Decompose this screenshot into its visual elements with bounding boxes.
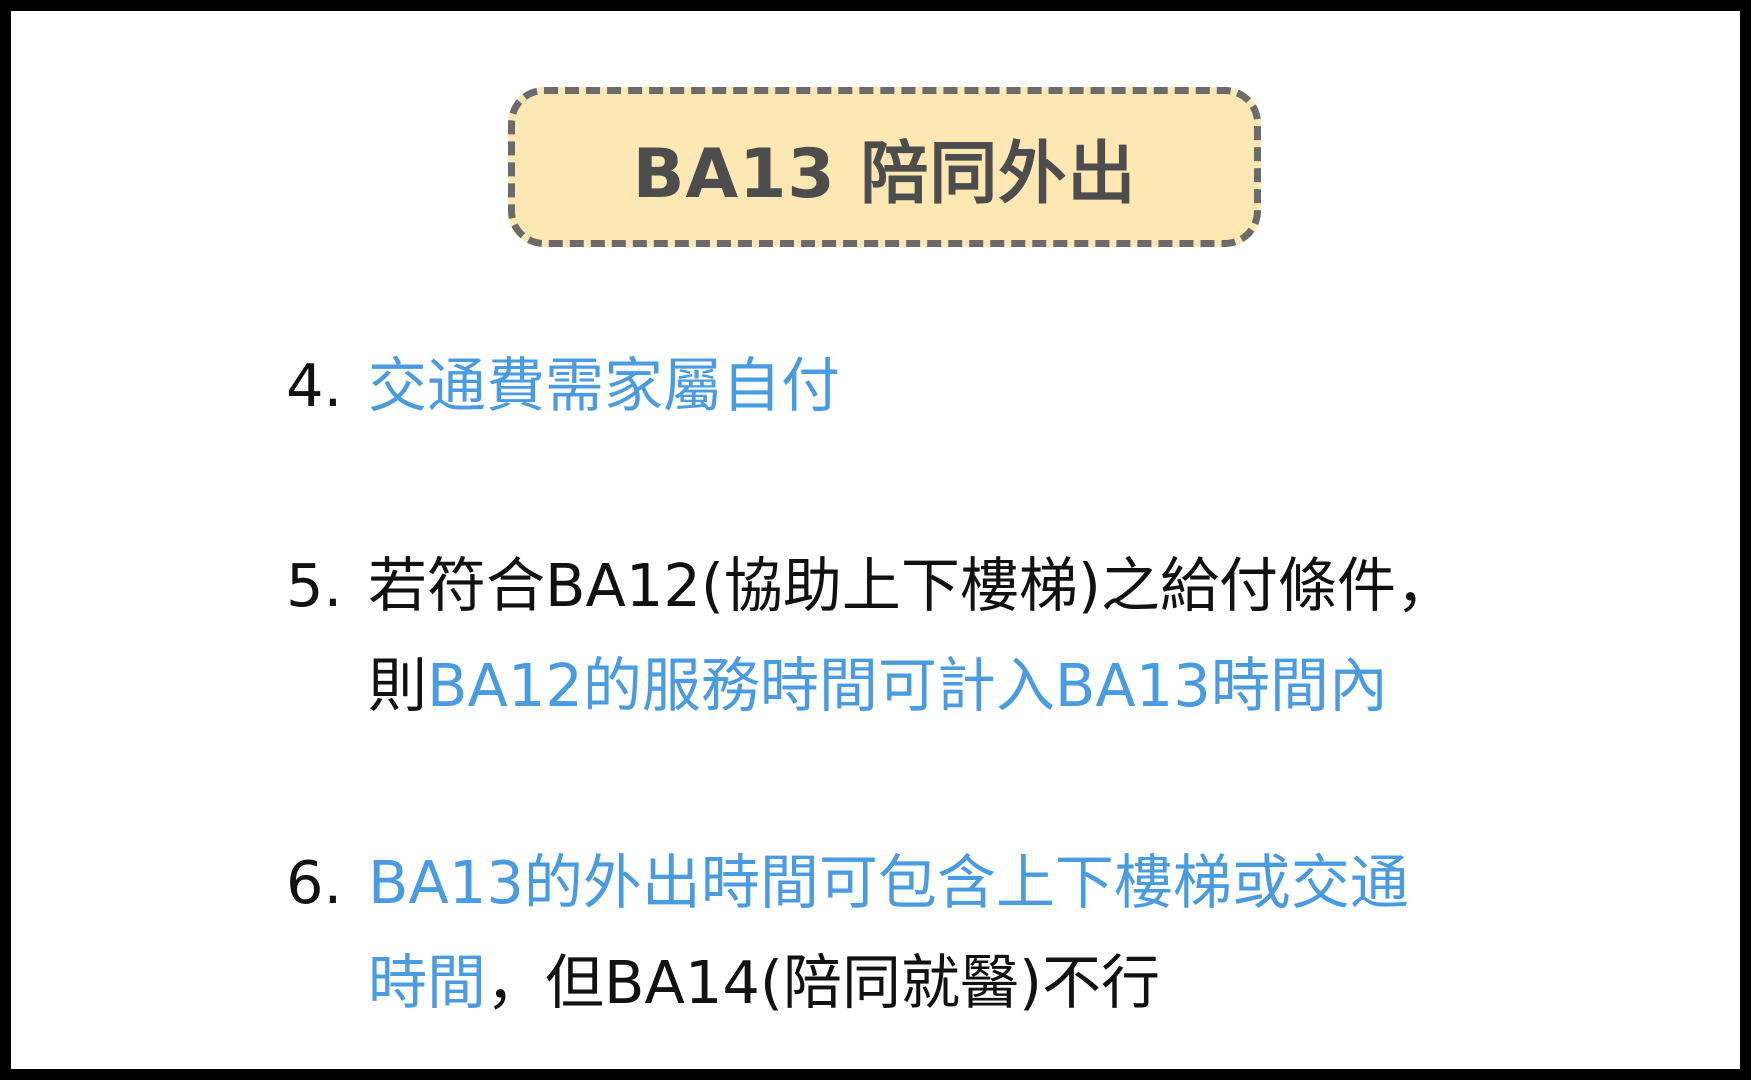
item-number: 6.: [286, 848, 343, 917]
item-text-highlight: 時間: [368, 948, 487, 1017]
slide-title: BA13 陪同外出: [632, 134, 1137, 214]
list-item-6: 6. BA13的外出時間可包含上下樓梯或交通 時間，但BA14(陪同就醫)不行: [286, 833, 1409, 1033]
item-text-highlight: BA12的服務時間可計入BA13時間內: [427, 651, 1388, 720]
item-text: 若符合BA12(協助上下樓梯)之給付條件，: [368, 551, 1455, 620]
item-continuation: 則BA12的服務時間可計入BA13時間內: [286, 636, 1455, 736]
item-continuation: 時間，但BA14(陪同就醫)不行: [286, 933, 1409, 1033]
item-text: 則: [368, 651, 428, 720]
title-box: BA13 陪同外出: [508, 87, 1261, 247]
item-text: 交通費需家屬自付: [368, 351, 841, 420]
slide: BA13 陪同外出 4. 交通費需家屬自付 5. 若符合BA12(協助上下樓梯)之給…: [11, 11, 1740, 1069]
list-item-5: 5. 若符合BA12(協助上下樓梯)之給付條件， 則BA12的服務時間可計入BA1…: [286, 536, 1455, 736]
list-item-4: 4. 交通費需家屬自付: [286, 336, 840, 436]
item-text-highlight: BA13的外出時間可包含上下樓梯或交通: [368, 848, 1409, 917]
item-number: 5.: [286, 551, 343, 620]
item-text: ，但BA14(陪同就醫)不行: [486, 948, 1160, 1017]
item-number: 4.: [286, 351, 343, 420]
